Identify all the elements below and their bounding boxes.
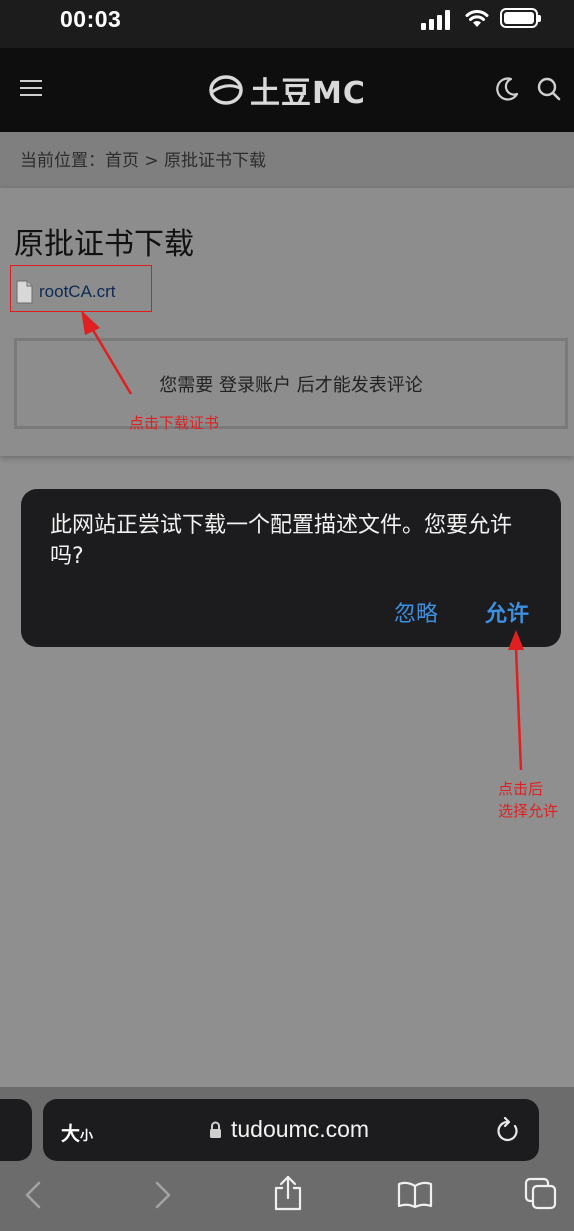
logo-icon <box>209 75 243 105</box>
file-download-link[interactable]: rootCA.crt <box>16 280 116 304</box>
share-icon[interactable] <box>273 1175 303 1211</box>
status-time: 00:03 <box>60 6 122 32</box>
site-header: 土豆MC <box>0 48 574 132</box>
annotation-allow-line2: 选择允许 <box>498 802 559 820</box>
bookmarks-icon[interactable] <box>397 1181 433 1209</box>
battery-icon <box>500 8 541 28</box>
allow-button[interactable]: 允许 <box>485 596 529 628</box>
url-text[interactable]: tudoumc.com <box>231 1116 369 1143</box>
page-title: 原批证书下载 <box>14 227 194 262</box>
wifi-icon <box>465 10 489 27</box>
cellular-signal-icon <box>421 8 455 30</box>
tabs-icon[interactable] <box>524 1177 558 1211</box>
breadcrumb[interactable]: 当前位置：首页 > 原批证书下载 <box>20 146 266 171</box>
file-name[interactable]: rootCA.crt <box>39 282 116 302</box>
dialog-message: 此网站正尝试下载一个配置描述文件。您要允许吗? <box>50 513 513 569</box>
site-logo[interactable]: 土豆MC <box>208 70 366 111</box>
annotation-allow-label: 点击后 选择允许 <box>498 778 558 822</box>
arrow-to-allow-icon <box>514 647 523 771</box>
back-icon[interactable] <box>24 1181 42 1209</box>
reload-icon[interactable] <box>496 1117 520 1143</box>
annotation-allow-line1: 点击后 <box>498 780 544 798</box>
moon-icon[interactable] <box>494 76 520 102</box>
logo-text: 土豆MC <box>250 76 366 111</box>
text-size-button[interactable]: 大小 <box>61 1119 93 1146</box>
annotation-download-label: 点击下载证书 <box>129 414 220 432</box>
search-icon[interactable] <box>536 76 562 102</box>
previous-tab-peek[interactable] <box>0 1099 32 1161</box>
lock-icon <box>210 1121 221 1138</box>
text-size-small: 小 <box>80 1129 94 1144</box>
forward-icon[interactable] <box>154 1181 172 1209</box>
ignore-button[interactable]: 忽略 <box>394 596 438 628</box>
menu-icon[interactable] <box>20 77 44 101</box>
login-prompt[interactable]: 您需要 登录账户 后才能发表评论 <box>0 371 574 397</box>
file-icon <box>16 280 33 304</box>
text-size-big: 大 <box>61 1123 81 1145</box>
